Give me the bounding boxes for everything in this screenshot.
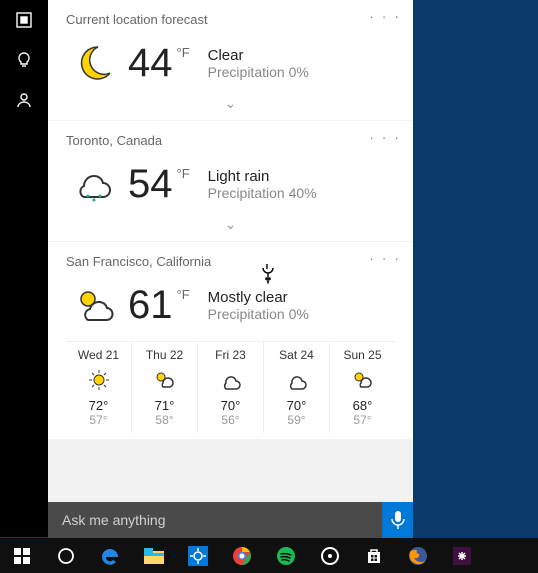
sidebar-person-icon[interactable] [0, 80, 48, 120]
temp-unit: °F [177, 287, 190, 302]
cortana-icon[interactable] [44, 538, 88, 573]
cloud-icon [198, 366, 263, 394]
card-more-icon[interactable]: · · · [369, 129, 401, 145]
temp-value: 44 [128, 41, 173, 86]
condition-text: Clear [208, 47, 309, 64]
forecast-hi: 71° [132, 398, 197, 413]
card-location: San Francisco, California [66, 254, 395, 269]
temp-unit: °F [177, 166, 190, 181]
card-more-icon[interactable]: · · · [369, 250, 401, 266]
temp-value: 54 [128, 162, 173, 207]
weather-card-sf[interactable]: · · · San Francisco, California 61 °F Mo… [48, 242, 413, 439]
explorer-icon[interactable] [132, 538, 176, 573]
forecast-day[interactable]: Sun 25 68° 57° [330, 342, 395, 433]
moon-icon [66, 35, 122, 91]
forecast-lo: 57° [66, 413, 131, 427]
precipitation-text: Precipitation 0% [208, 306, 309, 322]
settings-icon[interactable] [176, 538, 220, 573]
precipitation-text: Precipitation 40% [208, 185, 317, 201]
search-placeholder: Ask me anything [62, 512, 166, 528]
forecast-row: Wed 21 72° 57° Thu 22 71° 58° Fri 23 70°… [66, 341, 395, 433]
sun-cloud-icon [132, 366, 197, 394]
sun-cloud-icon [66, 277, 122, 333]
forecast-hi: 68° [330, 398, 395, 413]
forecast-hi: 70° [264, 398, 329, 413]
slack-icon[interactable] [440, 538, 484, 573]
condition-text: Mostly clear [208, 289, 309, 306]
card-more-icon[interactable]: · · · [369, 8, 401, 24]
weather-card-toronto[interactable]: · · · Toronto, Canada 54 °F Light rain P… [48, 121, 413, 241]
forecast-day[interactable]: Wed 21 72° 57° [66, 342, 132, 433]
edge-icon[interactable] [88, 538, 132, 573]
temp-unit: °F [177, 45, 190, 60]
spotify-icon[interactable] [264, 538, 308, 573]
forecast-lo: 59° [264, 413, 329, 427]
precipitation-text: Precipitation 0% [208, 64, 309, 80]
temp-value: 61 [128, 283, 173, 328]
forecast-label: Sun 25 [330, 348, 395, 362]
forecast-label: Fri 23 [198, 348, 263, 362]
forecast-hi: 70° [198, 398, 263, 413]
forecast-lo: 57° [330, 413, 395, 427]
cortana-weather-panel: · · · Current location forecast 44 °F Cl… [48, 0, 413, 502]
card-location: Toronto, Canada [66, 133, 395, 148]
expand-chevron-icon[interactable]: ⌄ [66, 212, 395, 235]
rain-icon [66, 156, 122, 212]
sun-cloud-icon [330, 366, 395, 394]
firefox-icon[interactable] [396, 538, 440, 573]
forecast-label: Thu 22 [132, 348, 197, 362]
forecast-day[interactable]: Fri 23 70° 56° [198, 342, 264, 433]
store-icon[interactable] [352, 538, 396, 573]
forecast-hi: 72° [66, 398, 131, 413]
forecast-label: Wed 21 [66, 348, 131, 362]
forecast-lo: 56° [198, 413, 263, 427]
start-button[interactable] [0, 538, 44, 573]
forecast-lo: 58° [132, 413, 197, 427]
sidebar-home-icon[interactable] [0, 0, 48, 40]
card-location: Current location forecast [66, 12, 395, 27]
cloud-icon [264, 366, 329, 394]
taskbar [0, 538, 538, 573]
sun-icon [66, 366, 131, 394]
forecast-day[interactable]: Thu 22 71° 58° [132, 342, 198, 433]
forecast-day[interactable]: Sat 24 70° 59° [264, 342, 330, 433]
forecast-label: Sat 24 [264, 348, 329, 362]
sidebar-tip-icon[interactable] [0, 40, 48, 80]
chrome-icon[interactable] [220, 538, 264, 573]
condition-text: Light rain [208, 168, 317, 185]
expand-chevron-icon[interactable]: ⌄ [66, 91, 395, 114]
cortana-sidebar [0, 0, 48, 537]
mic-button[interactable] [382, 502, 413, 538]
cortana-search-input[interactable]: Ask me anything [48, 502, 382, 538]
weather-card-current[interactable]: · · · Current location forecast 44 °F Cl… [48, 0, 413, 120]
media-icon[interactable] [308, 538, 352, 573]
